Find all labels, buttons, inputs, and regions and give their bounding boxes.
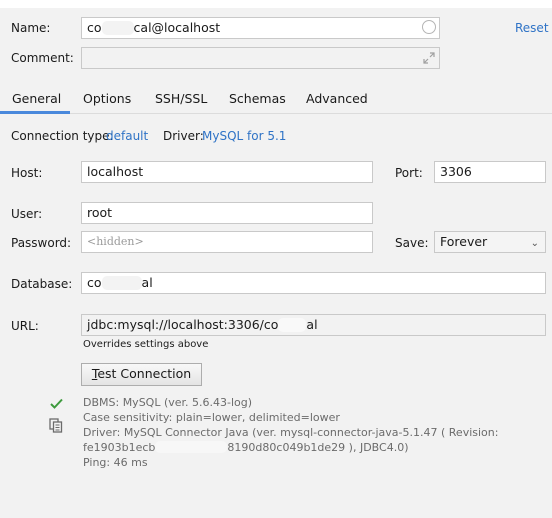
connection-type-label: Connection type: [11,129,114,143]
chevron-down-icon: ⌄ [530,238,539,249]
driver-link[interactable]: MySQL for 5.1 [202,129,286,143]
test-connection-button[interactable]: Test Connection [81,363,202,386]
tab-advanced[interactable]: Advanced [306,91,368,106]
tab-bar: General Options SSH/SSL Schemas Advanced [0,87,552,114]
name-label: Name: [11,21,51,35]
port-value: 3306 [440,164,472,179]
reset-link[interactable]: Reset [515,21,549,35]
copy-icon[interactable] [49,418,63,433]
result-revision-prefix: fe1903b1ecb [83,441,156,454]
result-case-sensitivity: Case sensitivity: plain=lower, delimited… [83,411,340,424]
password-input[interactable]: <hidden> [81,231,373,253]
url-label: URL: [11,319,39,333]
active-tab-indicator [0,111,70,114]
name-value-prefix: co [87,20,102,35]
database-value-suffix: al [141,275,153,290]
password-label: Password: [11,236,72,250]
result-revision-suffix: 8190d80c049b1de29 ), JDBC4.0) [227,441,409,454]
name-input[interactable]: co cal@localhost [81,17,440,39]
redacted-region [101,21,134,35]
user-label: User: [11,207,43,221]
host-input[interactable]: localhost [81,161,373,183]
color-circle-icon[interactable] [422,20,436,34]
success-check-icon [50,398,63,409]
save-label: Save: [395,236,429,250]
redacted-region [101,276,142,290]
result-driver: Driver: MySQL Connector Java (ver. mysql… [83,426,499,439]
comment-input[interactable] [81,47,440,69]
port-label: Port: [395,166,423,180]
tab-general[interactable]: General [12,91,61,106]
url-value-prefix: jdbc:mysql://localhost:3306/co [87,317,279,332]
connection-type-link[interactable]: default [106,129,148,143]
host-value: localhost [87,164,144,179]
password-placeholder: <hidden> [87,235,144,248]
save-value: Forever [440,234,488,249]
url-value-suffix: al [306,317,318,332]
result-revision: fe1903b1ecb 8190d80c049b1de29 ), JDBC4.0) [83,441,408,454]
expand-icon[interactable] [422,51,436,65]
result-dbms: DBMS: MySQL (ver. 5.6.43-log) [83,396,253,409]
redacted-region [155,441,228,453]
name-value-suffix: cal@localhost [133,20,221,35]
redacted-region [278,318,307,332]
test-connection-label: est Connection [97,366,192,381]
driver-label: Driver: [163,129,204,143]
tab-ssh-ssl[interactable]: SSH/SSL [155,91,207,106]
save-select[interactable]: Forever ⌄ [434,231,546,253]
database-label: Database: [11,277,73,291]
top-strip [0,0,552,8]
user-value: root [87,205,113,220]
result-ping: Ping: 46 ms [83,456,148,469]
database-input[interactable]: co al [81,272,546,294]
user-input[interactable]: root [81,202,373,224]
comment-label: Comment: [11,51,74,65]
port-input[interactable]: 3306 [434,161,546,183]
host-label: Host: [11,166,43,180]
tab-schemas[interactable]: Schemas [229,91,286,106]
database-value-prefix: co [87,275,102,290]
url-input[interactable]: jdbc:mysql://localhost:3306/co al [81,314,546,336]
tab-options[interactable]: Options [83,91,131,106]
url-note: Overrides settings above [83,339,209,350]
